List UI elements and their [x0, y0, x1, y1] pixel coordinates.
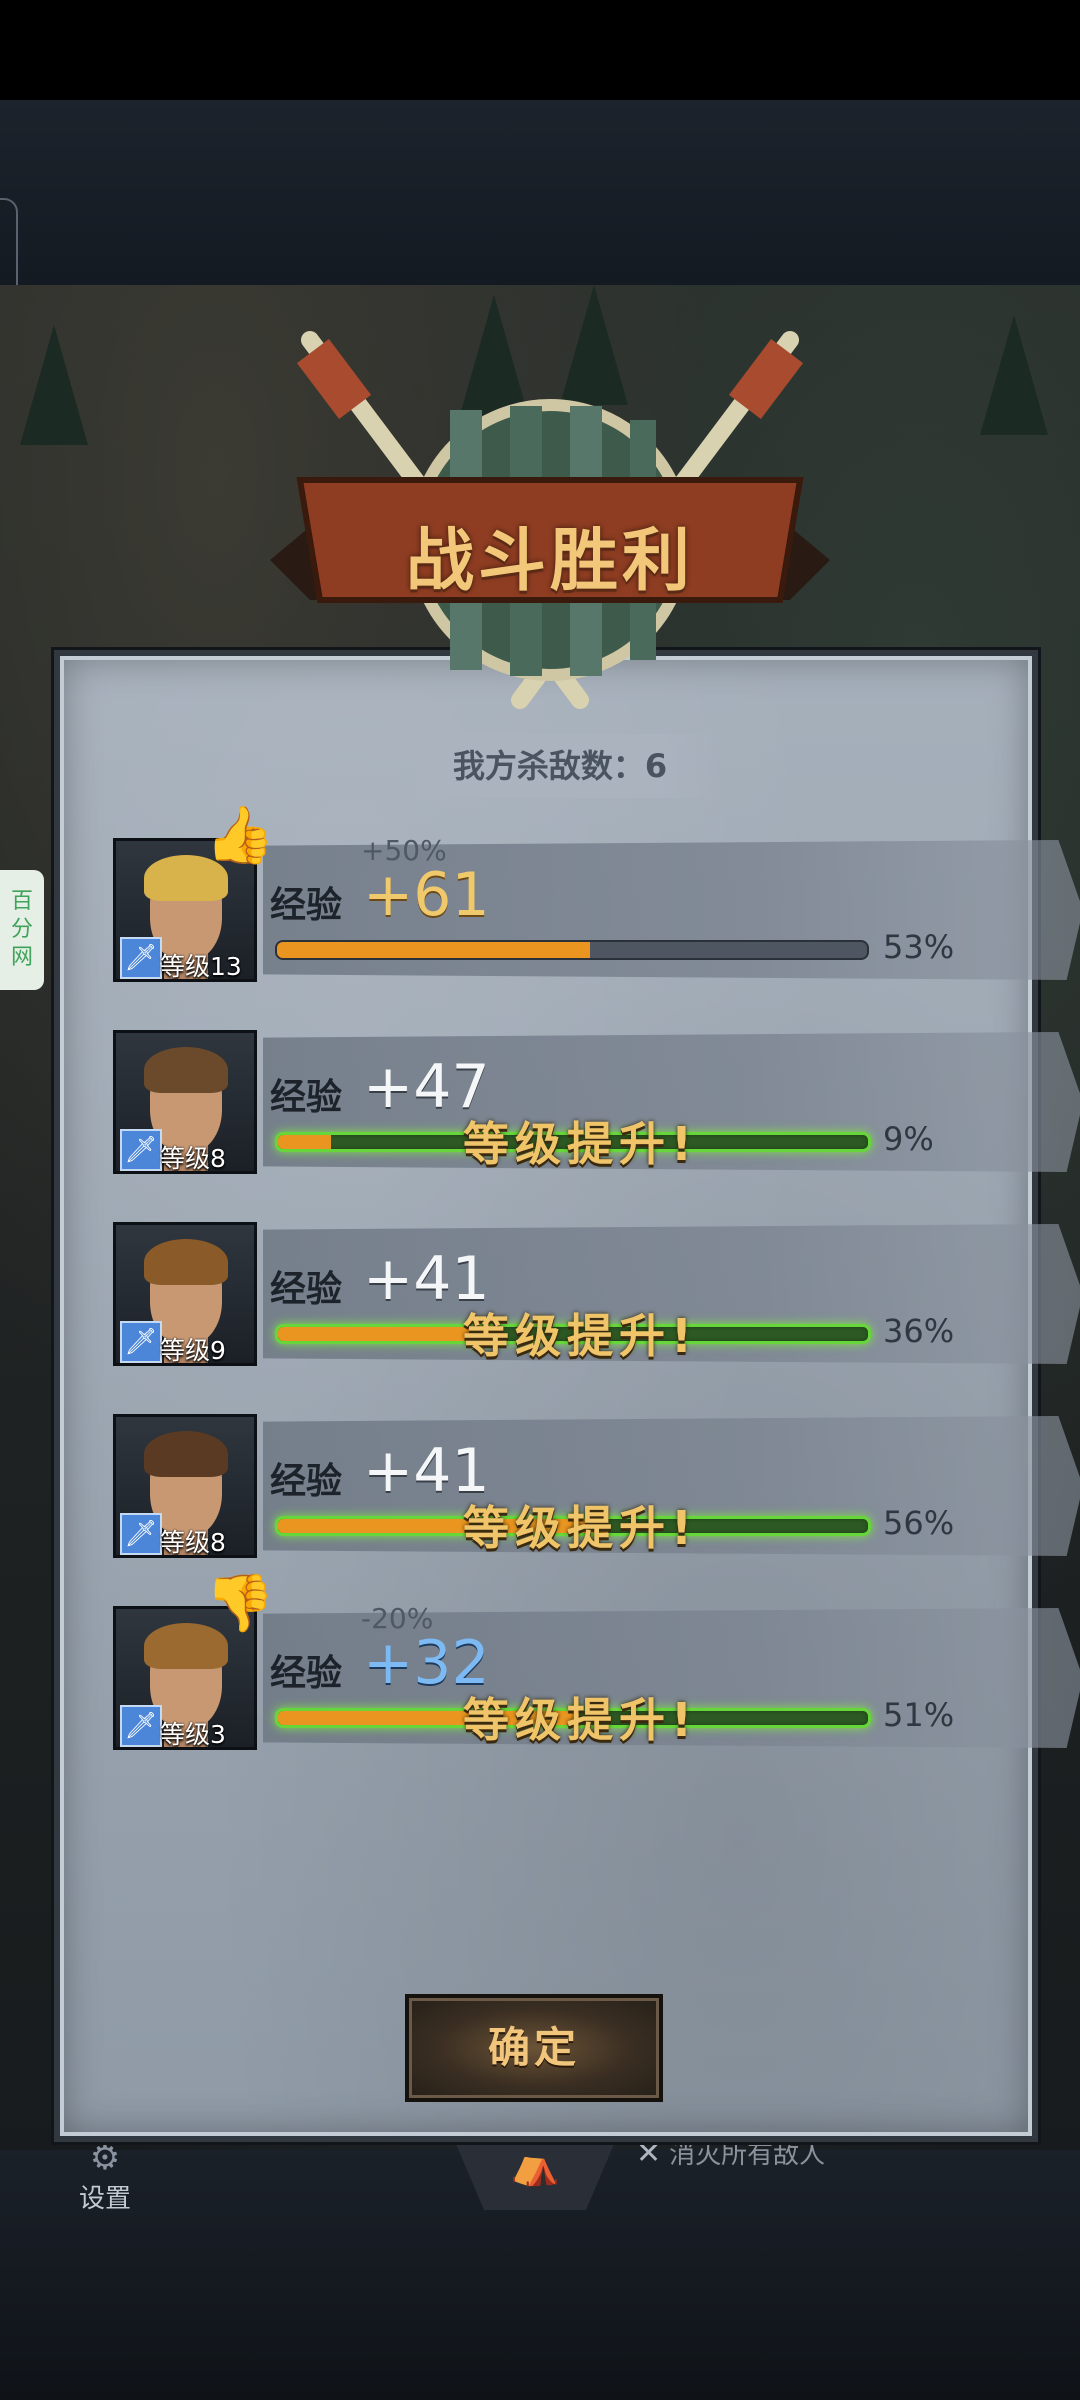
hero-level: 等级8 — [160, 1528, 226, 1557]
badge-char: 百 — [10, 889, 33, 914]
thumbs-up-icon: 👍 — [205, 803, 275, 868]
hero-portrait[interactable]: 🗡 等级9 — [113, 1222, 257, 1366]
victory-emblem: 战斗胜利 — [250, 310, 850, 740]
pine-tree — [980, 315, 1048, 435]
exp-progress-fill — [277, 942, 590, 958]
hero-hair — [144, 1047, 228, 1093]
hero-exp-row: 🗡 等级9 经验 +41 等级提升! 36% — [113, 1222, 1080, 1366]
exp-label: 经验 — [270, 885, 343, 926]
exp-gain: +61 — [363, 860, 490, 930]
level-up-text: 等级提升! — [463, 1501, 698, 1555]
hero-exp-row: 🗡 等级8 经验 +47 等级提升! 9% — [113, 1030, 1080, 1174]
settings-button[interactable]: ⚙ 设置 — [60, 2138, 150, 2214]
thumbs-down-icon: 👎 — [205, 1571, 275, 1636]
badge-char: 网 — [10, 945, 33, 970]
side-watermark-badge[interactable]: 百 分 网 — [0, 870, 44, 990]
exp-progress-percent: 53% — [883, 928, 955, 966]
level-up-text: 等级提升! — [463, 1309, 698, 1363]
exp-label: 经验 — [270, 1077, 343, 1118]
sword-class-icon: 🗡 — [120, 1513, 162, 1555]
hero-level: 等级13 — [160, 952, 242, 981]
hero-level: 等级8 — [160, 1144, 226, 1173]
hero-portrait[interactable]: 🗡 等级8 — [113, 1414, 257, 1558]
hero-hair — [144, 1239, 228, 1285]
exp-label: 经验 — [270, 1269, 343, 1310]
exp-progress-percent: 36% — [883, 1312, 955, 1350]
camp-icon: ⛺ — [510, 2142, 560, 2188]
level-up-text: 等级提升! — [463, 1693, 698, 1747]
hero-level: 等级9 — [160, 1336, 226, 1365]
exp-progress-fill — [278, 1327, 491, 1341]
exp-progress-percent: 51% — [883, 1696, 955, 1734]
kill-count: 我方杀敌数：6 — [400, 734, 720, 798]
sword-class-icon: 🗡 — [120, 937, 162, 979]
hero-exp-row: 🗡 等级13 👍 +50% 经验 +61 53% — [113, 803, 1080, 982]
pine-tree — [20, 325, 88, 445]
confirm-button[interactable]: 确定 — [405, 1994, 663, 2102]
sword-class-icon: 🗡 — [120, 1705, 162, 1747]
exp-label: 经验 — [270, 1461, 343, 1502]
exp-label: 经验 — [270, 1653, 343, 1694]
exp-progress-bar — [275, 940, 869, 960]
hero-exp-row: 🗡 等级3 👎 -20% 经验 +32 等级提升! 51% — [113, 1571, 1080, 1750]
exp-progress-fill — [278, 1135, 332, 1149]
gear-icon: ⚙ — [89, 2138, 121, 2178]
settings-label: 设置 — [78, 2184, 131, 2214]
exp-progress-percent: 9% — [883, 1120, 934, 1158]
hero-exp-row: 🗡 等级8 经验 +41 等级提升! 56% — [113, 1414, 1080, 1558]
hero-level: 等级3 — [160, 1720, 226, 1749]
sword-class-icon: 🗡 — [120, 1321, 162, 1363]
hero-hair — [144, 1431, 228, 1477]
badge-char: 分 — [10, 917, 33, 942]
quest-label: 消灭所有敌人 — [669, 2140, 826, 2170]
header-band — [0, 100, 1080, 362]
hero-portrait[interactable]: 🗡 等级8 — [113, 1030, 257, 1174]
sword-class-icon: 🗡 — [120, 1129, 162, 1171]
status-bar — [0, 0, 1080, 100]
exp-progress-percent: 56% — [883, 1504, 955, 1542]
victory-title: 战斗胜利 — [405, 522, 694, 601]
level-up-text: 等级提升! — [463, 1117, 698, 1171]
